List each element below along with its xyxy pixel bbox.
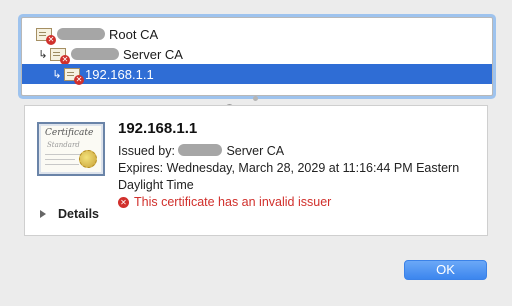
issued-by-value: Server CA bbox=[226, 144, 285, 158]
chain-item-root-ca[interactable]: ✕ Root CA bbox=[22, 24, 492, 45]
error-text: This certificate has an invalid issuer bbox=[134, 195, 332, 209]
certificate-info: 192.168.1.1 Issued by: Server CA Expires… bbox=[118, 120, 478, 209]
certificate-icon: ✕ bbox=[36, 27, 56, 45]
chain-item-label: Server CA bbox=[123, 46, 183, 62]
redacted-text bbox=[178, 144, 223, 156]
cert-image-subtitle: Standard bbox=[47, 141, 80, 149]
certificate-details-pane: Certificate Standard 192.168.1.1 Issued … bbox=[24, 105, 488, 236]
certificate-name: 192.168.1.1 bbox=[118, 120, 198, 137]
child-arrow-icon: ↳ bbox=[38, 48, 48, 61]
chain-item-leaf-selected[interactable]: ↳ ✕ 192.168.1.1 bbox=[22, 64, 492, 85]
redacted-text bbox=[71, 48, 119, 60]
error-x-icon: ✕ bbox=[46, 34, 56, 45]
certificate-icon: ✕ bbox=[64, 67, 84, 85]
certificate-chain-tree[interactable]: ✕ Root CA ↳ ✕ Server CA ↳ ✕ 192.168.1.1 bbox=[21, 17, 493, 96]
certificate-dialog: ✕ Root CA ↳ ✕ Server CA ↳ ✕ 192.168.1.1 … bbox=[0, 0, 512, 306]
seal-icon bbox=[79, 150, 97, 168]
disclosure-triangle-icon[interactable] bbox=[40, 210, 46, 218]
chain-item-server-ca[interactable]: ↳ ✕ Server CA bbox=[22, 44, 492, 65]
details-disclosure[interactable]: Details bbox=[40, 207, 99, 221]
details-label: Details bbox=[58, 207, 99, 221]
issued-by: Issued by: Server CA bbox=[118, 143, 478, 160]
ok-button[interactable]: OK bbox=[404, 260, 487, 280]
error-message: ✕ This certificate has an invalid issuer bbox=[118, 195, 478, 209]
error-x-icon: ✕ bbox=[74, 74, 84, 85]
certificate-icon: ✕ bbox=[50, 47, 70, 65]
certificate-large-icon: Certificate Standard bbox=[37, 122, 105, 176]
error-x-icon: ✕ bbox=[118, 196, 129, 208]
chain-item-label: Root CA bbox=[109, 26, 159, 42]
chain-item-label: 192.168.1.1 bbox=[85, 66, 154, 82]
splitter-handle[interactable] bbox=[253, 96, 258, 101]
redacted-text bbox=[57, 28, 105, 40]
error-x-icon: ✕ bbox=[60, 54, 70, 65]
issued-by-label: Issued by: bbox=[118, 144, 175, 158]
expires: Expires: Wednesday, March 28, 2029 at 11… bbox=[118, 161, 460, 192]
cert-image-title: Certificate bbox=[45, 128, 94, 138]
child-arrow-icon: ↳ bbox=[52, 68, 62, 81]
